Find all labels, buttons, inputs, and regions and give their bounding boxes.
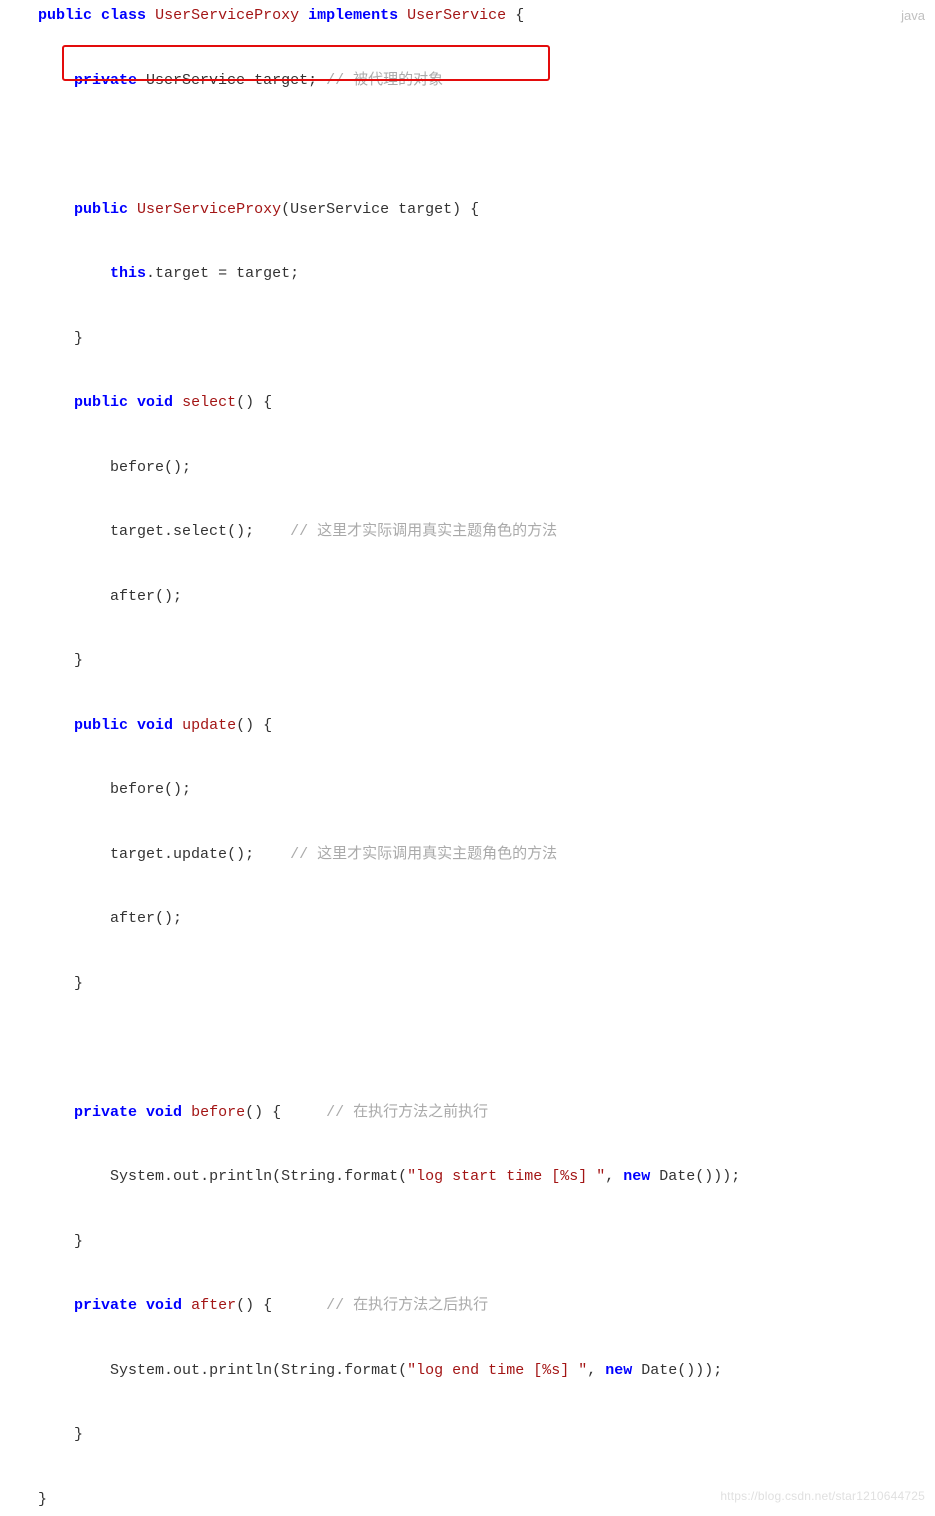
comment-real-call: // 这里才实际调用真实主题角色的方法 xyxy=(290,523,557,540)
call-before: before xyxy=(110,781,164,798)
kw-new: new xyxy=(605,1362,632,1379)
kw-private: private xyxy=(74,1297,137,1314)
ref-String: String xyxy=(281,1362,335,1379)
call-format: format xyxy=(344,1168,398,1185)
kw-this: this xyxy=(110,265,146,282)
param-target: target xyxy=(398,201,452,218)
param-type: UserService xyxy=(290,201,389,218)
field-target: target xyxy=(254,72,308,89)
ctor-name: UserServiceProxy xyxy=(137,201,281,218)
call-select: select xyxy=(173,523,227,540)
comment-before-exec: // 在执行方法之前执行 xyxy=(326,1104,488,1121)
ref-Date: Date xyxy=(641,1362,677,1379)
watermark: https://blog.csdn.net/star1210644725 xyxy=(720,1484,925,1510)
code-block: java public class UserServiceProxy imple… xyxy=(0,0,935,1516)
kw-void: void xyxy=(146,1297,182,1314)
method-before: before xyxy=(191,1104,245,1121)
comment-proxied: // 被代理的对象 xyxy=(326,72,443,89)
comment-after-exec: // 在执行方法之后执行 xyxy=(326,1297,488,1314)
kw-public: public xyxy=(74,201,128,218)
call-format: format xyxy=(344,1362,398,1379)
param-target: target xyxy=(236,265,290,282)
field-target: target xyxy=(155,265,209,282)
kw-implements: implements xyxy=(308,7,398,24)
str-log-start: "log start time [%s] " xyxy=(407,1168,605,1185)
kw-public: public xyxy=(38,7,92,24)
call-before: before xyxy=(110,459,164,476)
comment-real-call: // 这里才实际调用真实主题角色的方法 xyxy=(290,846,557,863)
method-after: after xyxy=(191,1297,236,1314)
kw-class: class xyxy=(101,7,146,24)
kw-private: private xyxy=(74,1104,137,1121)
kw-private: private xyxy=(74,72,137,89)
call-after: after xyxy=(110,588,155,605)
call-println: println xyxy=(209,1362,272,1379)
ref-out: out xyxy=(173,1168,200,1185)
kw-void: void xyxy=(137,394,173,411)
language-label: java xyxy=(901,2,925,30)
kw-void: void xyxy=(146,1104,182,1121)
kw-public: public xyxy=(74,394,128,411)
ref-System: System xyxy=(110,1362,164,1379)
class-name: UserServiceProxy xyxy=(155,7,299,24)
ref-Date: Date xyxy=(659,1168,695,1185)
call-println: println xyxy=(209,1168,272,1185)
ref-System: System xyxy=(110,1168,164,1185)
ref-target: target xyxy=(110,846,164,863)
interface-name: UserService xyxy=(407,7,506,24)
kw-void: void xyxy=(137,717,173,734)
code-content: public class UserServiceProxy implements… xyxy=(38,0,935,1516)
call-update: update xyxy=(173,846,227,863)
method-update: update xyxy=(182,717,236,734)
type-ref: UserService xyxy=(146,72,245,89)
ref-String: String xyxy=(281,1168,335,1185)
str-log-end: "log end time [%s] " xyxy=(407,1362,587,1379)
method-select: select xyxy=(182,394,236,411)
call-after: after xyxy=(110,910,155,927)
kw-new: new xyxy=(623,1168,650,1185)
ref-out: out xyxy=(173,1362,200,1379)
kw-public: public xyxy=(74,717,128,734)
ref-target: target xyxy=(110,523,164,540)
